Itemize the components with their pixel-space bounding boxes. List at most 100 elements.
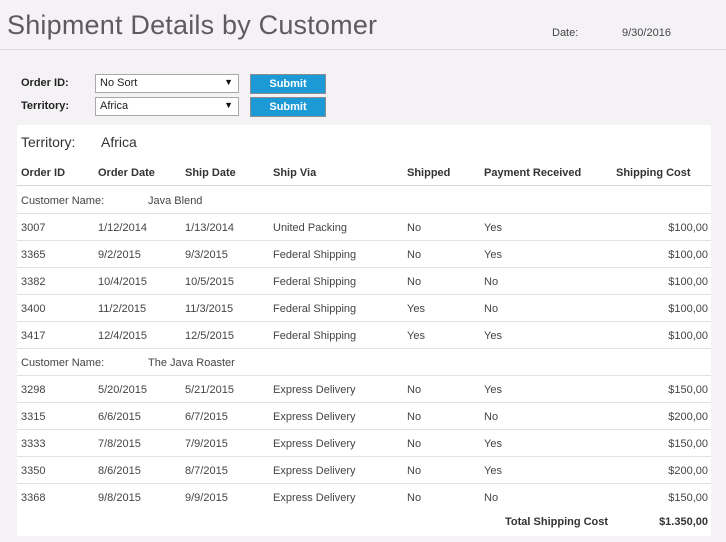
table-row: 3350 8/6/2015 8/7/2015 Express Delivery No Ye…: [17, 457, 711, 484]
territory-select-value: Africa: [100, 100, 129, 112]
table-cell: 3350: [21, 465, 46, 477]
table-cell: Yes: [484, 438, 502, 450]
table-cell: Yes: [484, 465, 502, 477]
column-header: Order ID: [21, 167, 66, 179]
order-id-select-value: No Sort: [100, 77, 138, 89]
territory-heading: Territory: Africa: [17, 125, 711, 157]
table-cell: 5/21/2015: [185, 384, 234, 396]
table-row: 3298 5/20/2015 5/21/2015 Express Delivery No…: [17, 376, 711, 403]
table-cell: Yes: [484, 222, 502, 234]
table-cell: 1/12/2014: [98, 222, 147, 234]
table-cell: Express Delivery: [273, 492, 356, 504]
table-cell: $100,00: [668, 330, 708, 342]
table-cell: 9/3/2015: [185, 249, 228, 261]
table-cell: No: [407, 438, 422, 450]
table-cell: No: [407, 465, 422, 477]
territory-submit-button[interactable]: Submit: [250, 97, 326, 117]
territory-heading-label: Territory:: [21, 134, 76, 150]
column-header: Order Date: [98, 167, 155, 179]
table-cell: Yes: [484, 249, 502, 261]
territory-select[interactable]: Africa ▼: [95, 97, 239, 116]
table-cell: 11/3/2015: [185, 303, 234, 315]
table-cell: $100,00: [668, 249, 708, 261]
order-id-submit-button[interactable]: Submit: [250, 74, 326, 94]
table-cell: No: [484, 276, 499, 288]
table-cell: 9/9/2015: [185, 492, 228, 504]
customer-name-value: The Java Roaster: [148, 357, 235, 369]
table-cell: 3315: [21, 411, 46, 423]
table-cell: $100,00: [668, 276, 708, 288]
table-cell: Express Delivery: [273, 411, 356, 423]
table-header: Order ID Order Date Ship Date Ship Via S…: [17, 157, 711, 186]
table-cell: Yes: [407, 330, 425, 342]
table-cell: $100,00: [668, 222, 708, 234]
customer-name-label: Customer Name:: [21, 357, 105, 369]
table-cell: Federal Shipping: [273, 303, 357, 315]
table-row: 3365 9/2/2015 9/3/2015 Federal Shipping No Ye…: [17, 241, 711, 268]
table-cell: Yes: [407, 303, 425, 315]
table-cell: No: [484, 492, 499, 504]
table-cell: 11/2/2015: [98, 303, 147, 315]
column-header: Payment Received: [484, 167, 582, 179]
table-cell: Express Delivery: [273, 438, 356, 450]
page-title: Shipment Details by Customer: [7, 10, 378, 40]
table-row: 3315 6/6/2015 6/7/2015 Express Delivery No No…: [17, 403, 711, 430]
customer-name-value: Java Blend: [148, 195, 203, 207]
table-cell: No: [407, 492, 422, 504]
territory-label: Territory:: [21, 100, 70, 112]
table-cell: Express Delivery: [273, 465, 356, 477]
table-cell: 7/9/2015: [185, 438, 228, 450]
order-id-label: Order ID:: [21, 77, 69, 89]
total-value: $1.350,00: [659, 516, 708, 528]
table-cell: No: [484, 303, 499, 315]
table-cell: 3417: [21, 330, 46, 342]
column-header: Shipping Cost: [616, 167, 691, 179]
table-cell: 8/6/2015: [98, 465, 141, 477]
table-cell: 12/5/2015: [185, 330, 234, 342]
territory-heading-value: Africa: [101, 134, 137, 150]
table-row: 3333 7/8/2015 7/9/2015 Express Delivery No Ye…: [17, 430, 711, 457]
table-cell: $200,00: [668, 465, 708, 477]
total-label: Total Shipping Cost: [505, 516, 609, 528]
date-value: 9/30/2016: [622, 27, 671, 39]
column-header: Shipped: [407, 167, 451, 179]
table-cell: 6/6/2015: [98, 411, 141, 423]
table-cell: $100,00: [668, 303, 708, 315]
table-cell: 10/5/2015: [185, 276, 234, 288]
table-row: 3417 12/4/2015 12/5/2015 Federal Shipping Ye…: [17, 322, 711, 349]
table-cell: 6/7/2015: [185, 411, 228, 423]
dropdown-arrow-icon: ▼: [224, 77, 233, 87]
column-header: Ship Date: [185, 167, 236, 179]
page-header: Shipment Details by Customer Date: 9/30/…: [0, 0, 726, 50]
table-cell: Express Delivery: [273, 384, 356, 396]
table-cell: $150,00: [668, 438, 708, 450]
table-row: 3400 11/2/2015 11/3/2015 Federal Shipping Ye…: [17, 295, 711, 322]
table-cell: No: [407, 411, 422, 423]
table-cell: No: [407, 384, 422, 396]
table-cell: 9/2/2015: [98, 249, 141, 261]
table-cell: 12/4/2015: [98, 330, 147, 342]
table-cell: United Packing: [273, 222, 347, 234]
table-cell: 3365: [21, 249, 46, 261]
order-id-select[interactable]: No Sort ▼: [95, 74, 239, 93]
table-cell: $150,00: [668, 492, 708, 504]
table-cell: No: [484, 411, 499, 423]
table-row: 3382 10/4/2015 10/5/2015 Federal Shipping No…: [17, 268, 711, 295]
table-cell: No: [407, 276, 422, 288]
table-cell: $200,00: [668, 411, 708, 423]
table-cell: 7/8/2015: [98, 438, 141, 450]
total-row: Total Shipping Cost $1.350,00: [17, 508, 711, 536]
table-cell: Federal Shipping: [273, 249, 357, 261]
table-cell: 3007: [21, 222, 46, 234]
table-cell: No: [407, 222, 422, 234]
table-cell: 9/8/2015: [98, 492, 141, 504]
customer-name-label: Customer Name:: [21, 195, 105, 207]
table-cell: Yes: [484, 384, 502, 396]
customer-group-row: Customer Name: The Java Roaster: [17, 349, 711, 376]
table-cell: 1/13/2014: [185, 222, 234, 234]
table-cell: 5/20/2015: [98, 384, 147, 396]
table-cell: 8/7/2015: [185, 465, 228, 477]
table-cell: 3400: [21, 303, 46, 315]
table-cell: No: [407, 249, 422, 261]
table-cell: 3298: [21, 384, 46, 396]
